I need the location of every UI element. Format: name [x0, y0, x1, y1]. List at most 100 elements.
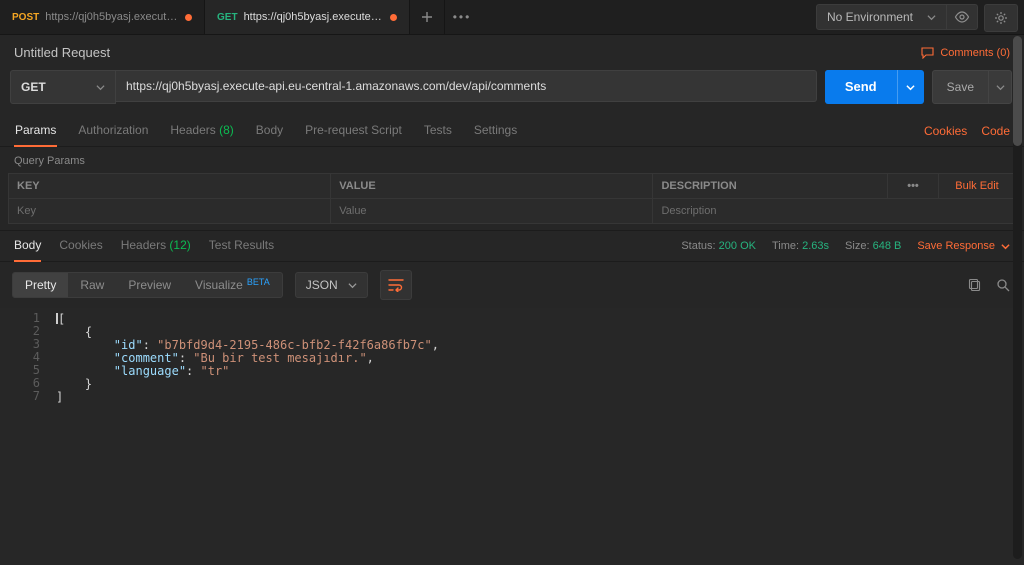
view-pretty[interactable]: Pretty: [13, 273, 68, 297]
address-bar: GET Send Save: [0, 70, 1024, 116]
time-value: 2.63s: [802, 240, 829, 252]
url-input[interactable]: [116, 70, 817, 102]
save-group: Save: [932, 70, 1012, 104]
vertical-scrollbar[interactable]: [1013, 36, 1022, 559]
tab-body[interactable]: Body: [255, 115, 284, 147]
comment-icon: [921, 47, 934, 59]
body-toolbar: Pretty Raw Preview Visualize BETA JSON: [0, 262, 1024, 308]
tabs-host: POSThttps://qj0h5byasj.execute-api...GET…: [0, 0, 410, 34]
tab-settings[interactable]: Settings: [473, 115, 518, 147]
resp-tab-headers[interactable]: Headers (12): [121, 230, 191, 262]
save-response-button[interactable]: Save Response: [917, 240, 1010, 252]
resp-tab-cookies[interactable]: Cookies: [59, 230, 102, 262]
col-description: DESCRIPTION: [653, 174, 888, 199]
request-tab[interactable]: GET https://qj0h5byasj.execute-api...: [205, 0, 410, 34]
environment-select-group: No Environment: [816, 4, 978, 30]
environment-settings-button[interactable]: [984, 4, 1018, 32]
eye-icon: [954, 11, 970, 23]
method-label: GET: [21, 80, 46, 94]
format-select[interactable]: JSON: [295, 272, 368, 298]
app-root: POSThttps://qj0h5byasj.execute-api...GET…: [0, 0, 1024, 565]
tab-title: https://qj0h5byasj.execute-api...: [244, 11, 384, 23]
unsaved-dot-icon: [390, 14, 397, 21]
tab-prerequest[interactable]: Pre-request Script: [304, 115, 403, 147]
status-label: Status:: [681, 240, 715, 252]
environment-quicklook-button[interactable]: [946, 4, 977, 30]
comments-label: Comments (0): [940, 47, 1010, 59]
search-icon: [996, 278, 1010, 292]
new-tab-button[interactable]: [410, 0, 445, 34]
wrap-lines-button[interactable]: [380, 270, 412, 300]
col-value: VALUE: [331, 174, 653, 199]
request-panel: Untitled Request Comments (0) GET Send: [0, 35, 1024, 230]
tabbar-spacer: [479, 0, 816, 34]
environment-label: No Environment: [827, 10, 913, 24]
send-options-button[interactable]: [897, 70, 924, 104]
time-label: Time:: [772, 240, 799, 252]
response-editor[interactable]: 1234567 [ { "id": "b7bfd9d4-2195-486c-bf…: [0, 308, 1024, 565]
view-preview[interactable]: Preview: [116, 273, 183, 297]
chevron-down-icon: [96, 83, 105, 92]
tab-overflow-button[interactable]: •••: [445, 0, 479, 34]
scrollbar-thumb[interactable]: [1013, 36, 1022, 146]
tab-params[interactable]: Params: [14, 115, 57, 147]
save-options-button[interactable]: [988, 71, 1011, 103]
chevron-down-icon: [906, 83, 915, 92]
tab-authorization[interactable]: Authorization: [77, 115, 149, 147]
bulk-edit-button[interactable]: Bulk Edit: [955, 180, 998, 192]
beta-badge: BETA: [247, 277, 270, 287]
tab-headers[interactable]: Headers (8): [169, 115, 234, 147]
size-label: Size:: [845, 240, 869, 252]
resp-tab-headers-label: Headers: [121, 238, 166, 252]
resp-headers-count: (12): [169, 238, 190, 252]
tab-method-badge: GET: [217, 12, 238, 23]
gear-icon: [994, 11, 1008, 25]
response-tabs: Body Cookies Headers (12) Test Results S…: [0, 230, 1024, 262]
save-response-label: Save Response: [917, 240, 995, 252]
tab-bar: POSThttps://qj0h5byasj.execute-api...GET…: [0, 0, 1024, 35]
resp-tab-testresults[interactable]: Test Results: [209, 230, 274, 262]
wrap-icon: [388, 278, 404, 292]
code-link[interactable]: Code: [981, 124, 1010, 138]
request-header: Untitled Request Comments (0): [0, 35, 1024, 70]
save-button[interactable]: Save: [933, 71, 988, 103]
copy-button[interactable]: [966, 276, 984, 294]
environment-select[interactable]: No Environment: [817, 4, 946, 30]
size-value: 648 B: [873, 240, 902, 252]
tab-title: https://qj0h5byasj.execute-api...: [45, 11, 179, 23]
code-area[interactable]: [ { "id": "b7bfd9d4-2195-486c-bfb2-f42f6…: [50, 308, 1024, 565]
query-params-title: Query Params: [0, 147, 1024, 173]
request-tab[interactable]: POST https://qj0h5byasj.execute-api...: [0, 0, 205, 34]
request-subtabs: Params Authorization Headers (8) Body Pr…: [0, 116, 1024, 147]
line-gutter: 1234567: [0, 308, 50, 565]
response-meta: Status: 200 OK Time: 2.63s Size: 648 B S…: [681, 240, 1010, 252]
copy-icon: [968, 278, 982, 292]
view-mode-segment: Pretty Raw Preview Visualize BETA: [12, 272, 283, 298]
send-button[interactable]: Send: [825, 70, 897, 102]
request-title: Untitled Request: [14, 45, 110, 60]
cookies-link[interactable]: Cookies: [924, 124, 967, 138]
comments-button[interactable]: Comments (0): [921, 47, 1010, 59]
chevron-down-icon: [348, 281, 357, 290]
chevron-down-icon: [996, 83, 1005, 92]
chevron-down-icon: [927, 13, 936, 22]
view-visualize[interactable]: Visualize BETA: [183, 273, 282, 297]
tab-headers-label: Headers: [170, 123, 215, 137]
tab-method-badge: POST: [12, 12, 39, 23]
visualize-label: Visualize: [195, 278, 243, 292]
col-more[interactable]: •••: [888, 174, 939, 199]
col-key: KEY: [9, 174, 331, 199]
query-params-table: KEY VALUE DESCRIPTION ••• Bulk Edit Key …: [8, 173, 1016, 224]
body-right-tools: [966, 276, 1012, 294]
view-raw[interactable]: Raw: [68, 273, 116, 297]
key-cell[interactable]: Key: [9, 199, 331, 224]
method-select[interactable]: GET: [10, 70, 116, 104]
format-label: JSON: [306, 278, 338, 292]
search-button[interactable]: [994, 276, 1012, 294]
headers-count: (8): [219, 123, 234, 137]
resp-tab-body[interactable]: Body: [14, 230, 41, 262]
description-cell[interactable]: Description: [653, 199, 1016, 224]
table-row[interactable]: Key Value Description: [9, 199, 1016, 224]
tab-tests[interactable]: Tests: [423, 115, 453, 147]
value-cell[interactable]: Value: [331, 199, 653, 224]
